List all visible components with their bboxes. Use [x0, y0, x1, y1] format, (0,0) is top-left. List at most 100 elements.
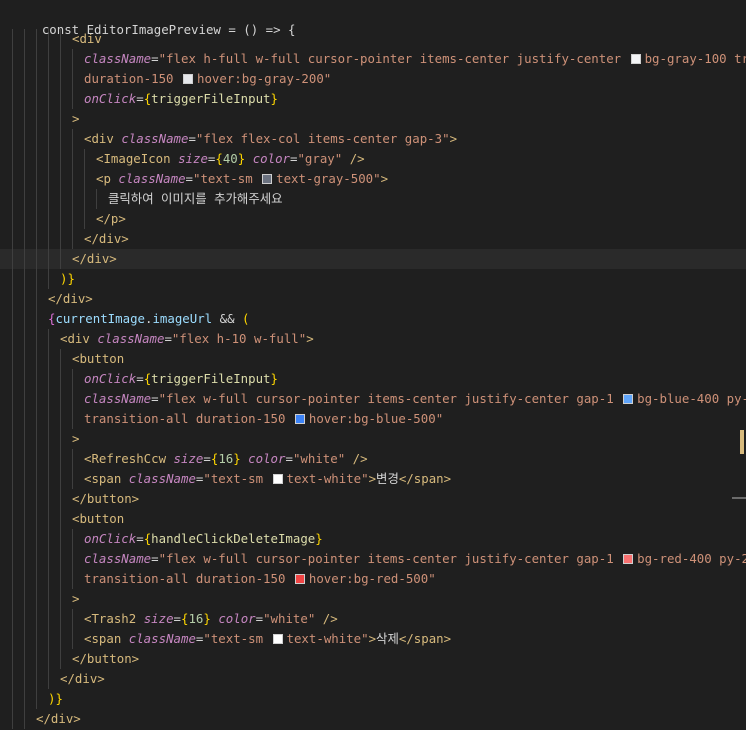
- vertical-scrollbar[interactable]: [732, 0, 746, 730]
- code-line[interactable]: <button: [0, 509, 746, 529]
- code-line[interactable]: className="flex w-full cursor-pointer it…: [0, 549, 746, 569]
- code-line[interactable]: </p>: [0, 209, 746, 229]
- code-line[interactable]: </div>: [0, 249, 746, 269]
- code-token: <Trash2: [84, 611, 144, 626]
- sticky-scroll-header[interactable]: const EditorImagePreview = () => {: [0, 0, 746, 37]
- code-line[interactable]: )}: [0, 689, 746, 709]
- code-line[interactable]: <Trash2 size={16} color="white" />: [0, 609, 746, 629]
- indent-guide: [48, 249, 60, 269]
- code-token: className: [128, 471, 196, 486]
- indent-guide: [0, 129, 12, 149]
- code-token: 16: [218, 451, 234, 466]
- indent-guide: [0, 449, 12, 469]
- code-line[interactable]: <div className="flex flex-col items-cent…: [0, 129, 746, 149]
- code-line[interactable]: <span className="text-sm text-white">변경<…: [0, 469, 746, 489]
- indent-guide: [72, 369, 84, 389]
- code-line[interactable]: <RefreshCcw size={16} color="white" />: [0, 449, 746, 469]
- indent-guide: [36, 209, 48, 229]
- code-line[interactable]: <div className="flex h-10 w-full">: [0, 329, 746, 349]
- indent-guide: [48, 389, 60, 409]
- code-token: {: [215, 151, 223, 166]
- code-line[interactable]: >: [0, 109, 746, 129]
- indent-guide: [48, 349, 60, 369]
- indent-guide: [0, 509, 12, 529]
- code-token: />: [315, 611, 338, 626]
- indent-guide: [72, 69, 84, 89]
- indent-guide: [12, 89, 24, 109]
- indent-guide: [12, 169, 24, 189]
- code-lines[interactable]: <divclassName="flex h-full w-full cursor…: [0, 29, 746, 729]
- color-swatch[interactable]: [630, 54, 641, 64]
- code-token: )}: [60, 271, 75, 286]
- code-line[interactable]: </div>: [0, 289, 746, 309]
- indent-guide: [12, 669, 24, 689]
- color-swatch[interactable]: [262, 174, 273, 184]
- indent-guide: [12, 189, 24, 209]
- code-token: triggerFileInput: [151, 371, 271, 386]
- indent-guide: [36, 369, 48, 389]
- indent-guide: [60, 409, 72, 429]
- color-swatch[interactable]: [294, 574, 305, 584]
- indent-guide: [72, 409, 84, 429]
- indent-guide: [36, 349, 48, 369]
- code-line[interactable]: )}: [0, 269, 746, 289]
- indent-guide: [84, 189, 96, 209]
- code-token: >: [306, 331, 314, 346]
- code-token: duration-150: [84, 71, 181, 86]
- code-token: =: [173, 611, 181, 626]
- code-line[interactable]: onClick={triggerFileInput}: [0, 89, 746, 109]
- indent-guide: [12, 549, 24, 569]
- code-token: "text-sm: [203, 631, 271, 646]
- color-swatch[interactable]: [294, 414, 305, 424]
- indent-guide: [36, 549, 48, 569]
- indent-guide: [24, 409, 36, 429]
- indent-guide: [36, 509, 48, 529]
- code-line[interactable]: onClick={handleClickDeleteImage}: [0, 529, 746, 549]
- code-line[interactable]: transition-all duration-150 hover:bg-blu…: [0, 409, 746, 429]
- indent-guide: [60, 169, 72, 189]
- code-line[interactable]: className="flex h-full w-full cursor-poi…: [0, 49, 746, 69]
- code-token: "white": [263, 611, 316, 626]
- color-swatch[interactable]: [182, 74, 193, 84]
- indent-guide: [48, 429, 60, 449]
- indent-guide: [72, 129, 84, 149]
- code-token: </div>: [36, 711, 81, 726]
- indent-guide: [0, 409, 12, 429]
- code-line[interactable]: >: [0, 589, 746, 609]
- indent-guide: [12, 689, 24, 709]
- code-line[interactable]: transition-all duration-150 hover:bg-red…: [0, 569, 746, 589]
- code-line[interactable]: </div>: [0, 709, 746, 729]
- code-line[interactable]: <ImageIcon size={40} color="gray" />: [0, 149, 746, 169]
- code-line[interactable]: 클릭하여 이미지를 추가해주세요: [0, 189, 746, 209]
- code-line[interactable]: </div>: [0, 669, 746, 689]
- code-line[interactable]: <button: [0, 349, 746, 369]
- code-token: }: [237, 151, 253, 166]
- code-line[interactable]: <p className="text-sm text-gray-500">: [0, 169, 746, 189]
- indent-guide: [0, 69, 12, 89]
- indent-guide: [12, 269, 24, 289]
- code-token: </div>: [60, 671, 105, 686]
- code-token: </div>: [72, 251, 117, 266]
- indent-guide: [36, 589, 48, 609]
- code-line[interactable]: </button>: [0, 649, 746, 669]
- code-line[interactable]: </button>: [0, 489, 746, 509]
- code-line[interactable]: >: [0, 429, 746, 449]
- color-swatch[interactable]: [623, 394, 634, 404]
- code-line[interactable]: {currentImage.imageUrl && (: [0, 309, 746, 329]
- code-line[interactable]: className="flex w-full cursor-pointer it…: [0, 389, 746, 409]
- color-swatch[interactable]: [272, 474, 283, 484]
- code-line[interactable]: duration-150 hover:bg-gray-200": [0, 69, 746, 89]
- code-line[interactable]: onClick={triggerFileInput}: [0, 369, 746, 389]
- indent-guide: [0, 389, 12, 409]
- indent-guide: [0, 529, 12, 549]
- color-swatch[interactable]: [623, 554, 634, 564]
- color-swatch[interactable]: [272, 634, 283, 644]
- scrollbar-thumb[interactable]: [732, 497, 746, 499]
- code-token: =: [151, 551, 159, 566]
- code-editor[interactable]: const EditorImagePreview = () => { <divc…: [0, 0, 746, 730]
- indent-guide: [84, 149, 96, 169]
- code-line[interactable]: </div>: [0, 229, 746, 249]
- indent-guide: [24, 329, 36, 349]
- indent-guide: [0, 429, 12, 449]
- code-line[interactable]: <span className="text-sm text-white">삭제<…: [0, 629, 746, 649]
